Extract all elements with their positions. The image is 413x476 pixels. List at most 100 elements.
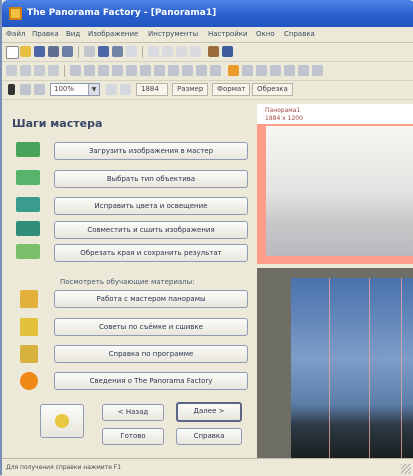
undo-icon[interactable] [148, 46, 159, 57]
step-load-button[interactable]: Загрузить изображения в мастер [54, 142, 248, 160]
open-icon[interactable] [20, 46, 31, 57]
chevron-down-icon[interactable]: ▼ [88, 84, 99, 95]
stitch-step-icon [16, 221, 40, 236]
menu-edit[interactable]: Правка [32, 30, 59, 38]
tab-crop[interactable]: Обрезка [252, 83, 293, 96]
mirror-icon[interactable] [48, 65, 59, 76]
hue-icon[interactable] [168, 65, 179, 76]
step-lens-button[interactable]: Выбрать тип объектива [54, 170, 248, 188]
pointer-icon[interactable] [8, 84, 15, 95]
contrast-icon[interactable] [140, 65, 151, 76]
zoom-out-icon[interactable] [176, 46, 187, 57]
toolbar-separator [64, 65, 65, 77]
load-images-icon [16, 142, 40, 157]
preview-title: Панорама1 [265, 107, 301, 114]
info-icon [20, 372, 38, 390]
application-window: The Panorama Factory - [Panorama1] Файл … [0, 0, 413, 476]
zoom-value: 100% [54, 85, 75, 93]
toolbar-separator [78, 46, 79, 58]
zoom-icon[interactable] [34, 84, 45, 95]
menu-tools[interactable]: Инструменты [148, 30, 198, 38]
lightbulb-icon [55, 414, 69, 428]
guides-icon[interactable] [284, 65, 295, 76]
view-toolbar: 100% ▼ 1884 Размер Формат Обрезка [2, 81, 413, 100]
seam-line[interactable] [401, 278, 402, 458]
light-icon[interactable] [228, 65, 239, 76]
lens-icon [16, 170, 40, 185]
hand-icon[interactable] [20, 84, 31, 95]
color-correct-icon [16, 197, 40, 212]
status-text: Для получения справки нажмите F1 [6, 464, 122, 471]
next-button[interactable]: Далее > [176, 402, 242, 422]
blend-icon[interactable] [210, 65, 221, 76]
menu-help[interactable]: Справка [284, 30, 315, 38]
finish-button[interactable]: Готово [102, 428, 164, 445]
book-icon [20, 345, 38, 363]
paste-icon[interactable] [112, 46, 123, 57]
help-wizard-button[interactable]: Работа с мастером панорамы [54, 290, 248, 308]
resize-grip-icon[interactable] [401, 464, 411, 474]
fit-icon[interactable] [106, 84, 117, 95]
status-bar: Для получения справки нажмите F1 [2, 458, 413, 476]
menu-view[interactable]: Вид [66, 30, 80, 38]
print-icon[interactable] [62, 46, 73, 57]
actual-size-icon[interactable] [120, 84, 131, 95]
panorama-preview-window[interactable]: Панорама1 1884 x 1200 [257, 104, 413, 264]
source-photo[interactable] [291, 278, 413, 458]
view-icon[interactable] [256, 65, 267, 76]
step-crop-button[interactable]: Обрезать края и сохранить результат [54, 244, 248, 262]
help-button[interactable]: Справка [176, 428, 242, 445]
toolbar-separator [142, 46, 143, 58]
resize-icon[interactable] [84, 65, 95, 76]
menu-bar: Файл Правка Вид Изображение Инструменты … [2, 27, 413, 43]
copy-icon[interactable] [98, 46, 109, 57]
tip-button[interactable] [40, 404, 84, 438]
crop-step-icon [16, 244, 40, 259]
rotate-left-icon[interactable] [6, 65, 17, 76]
menu-image[interactable]: Изображение [88, 30, 138, 38]
save-all-icon[interactable] [48, 46, 59, 57]
help-program-button[interactable]: Справка по программе [54, 345, 248, 363]
seam-line[interactable] [329, 278, 330, 458]
crop-icon[interactable] [70, 65, 81, 76]
image-toolbar [2, 62, 413, 81]
image-workspace [257, 268, 413, 458]
menu-file[interactable]: Файл [6, 30, 25, 38]
help-tips-button[interactable]: Советы по съёмке и сшивке [54, 318, 248, 336]
step-stitch-button[interactable]: Совместить и сшить изображения [54, 221, 248, 239]
window-title: The Panorama Factory - [Panorama1] [27, 8, 217, 18]
flip-icon[interactable] [34, 65, 45, 76]
stitch-icon[interactable] [182, 65, 193, 76]
sharpen-icon[interactable] [98, 65, 109, 76]
help-pointer-icon[interactable] [208, 46, 219, 57]
zoom-combo[interactable]: 100% ▼ [50, 83, 100, 96]
title-bar: The Panorama Factory - [Panorama1] [2, 0, 413, 27]
delete-icon[interactable] [126, 46, 137, 57]
new-icon[interactable] [6, 46, 19, 59]
color-icon[interactable] [112, 65, 123, 76]
tab-format[interactable]: Формат [212, 83, 251, 96]
grid-icon[interactable] [270, 65, 281, 76]
levels-icon[interactable] [154, 65, 165, 76]
about-icon[interactable] [222, 46, 233, 57]
seam-line[interactable] [369, 278, 370, 458]
redo-icon[interactable] [162, 46, 173, 57]
preview-icon[interactable] [298, 65, 309, 76]
rotate-right-icon[interactable] [20, 65, 31, 76]
help-about-button[interactable]: Сведения о The Panorama Factory [54, 372, 248, 390]
exposure-icon[interactable] [242, 65, 253, 76]
menu-settings[interactable]: Настройки [208, 30, 248, 38]
step-color-button[interactable]: Исправить цвета и освещение [54, 197, 248, 215]
back-button[interactable]: < Назад [102, 404, 164, 421]
save-icon[interactable] [34, 46, 45, 57]
tab-size[interactable]: Размер [172, 83, 209, 96]
export-icon[interactable] [312, 65, 323, 76]
zoom-in-icon[interactable] [190, 46, 201, 57]
size-field[interactable]: 1884 [136, 83, 168, 96]
menu-window[interactable]: Окно [256, 30, 275, 38]
align-icon[interactable] [196, 65, 207, 76]
standard-toolbar [2, 43, 413, 62]
tips-icon [20, 318, 38, 336]
cut-icon[interactable] [84, 46, 95, 57]
brightness-icon[interactable] [126, 65, 137, 76]
